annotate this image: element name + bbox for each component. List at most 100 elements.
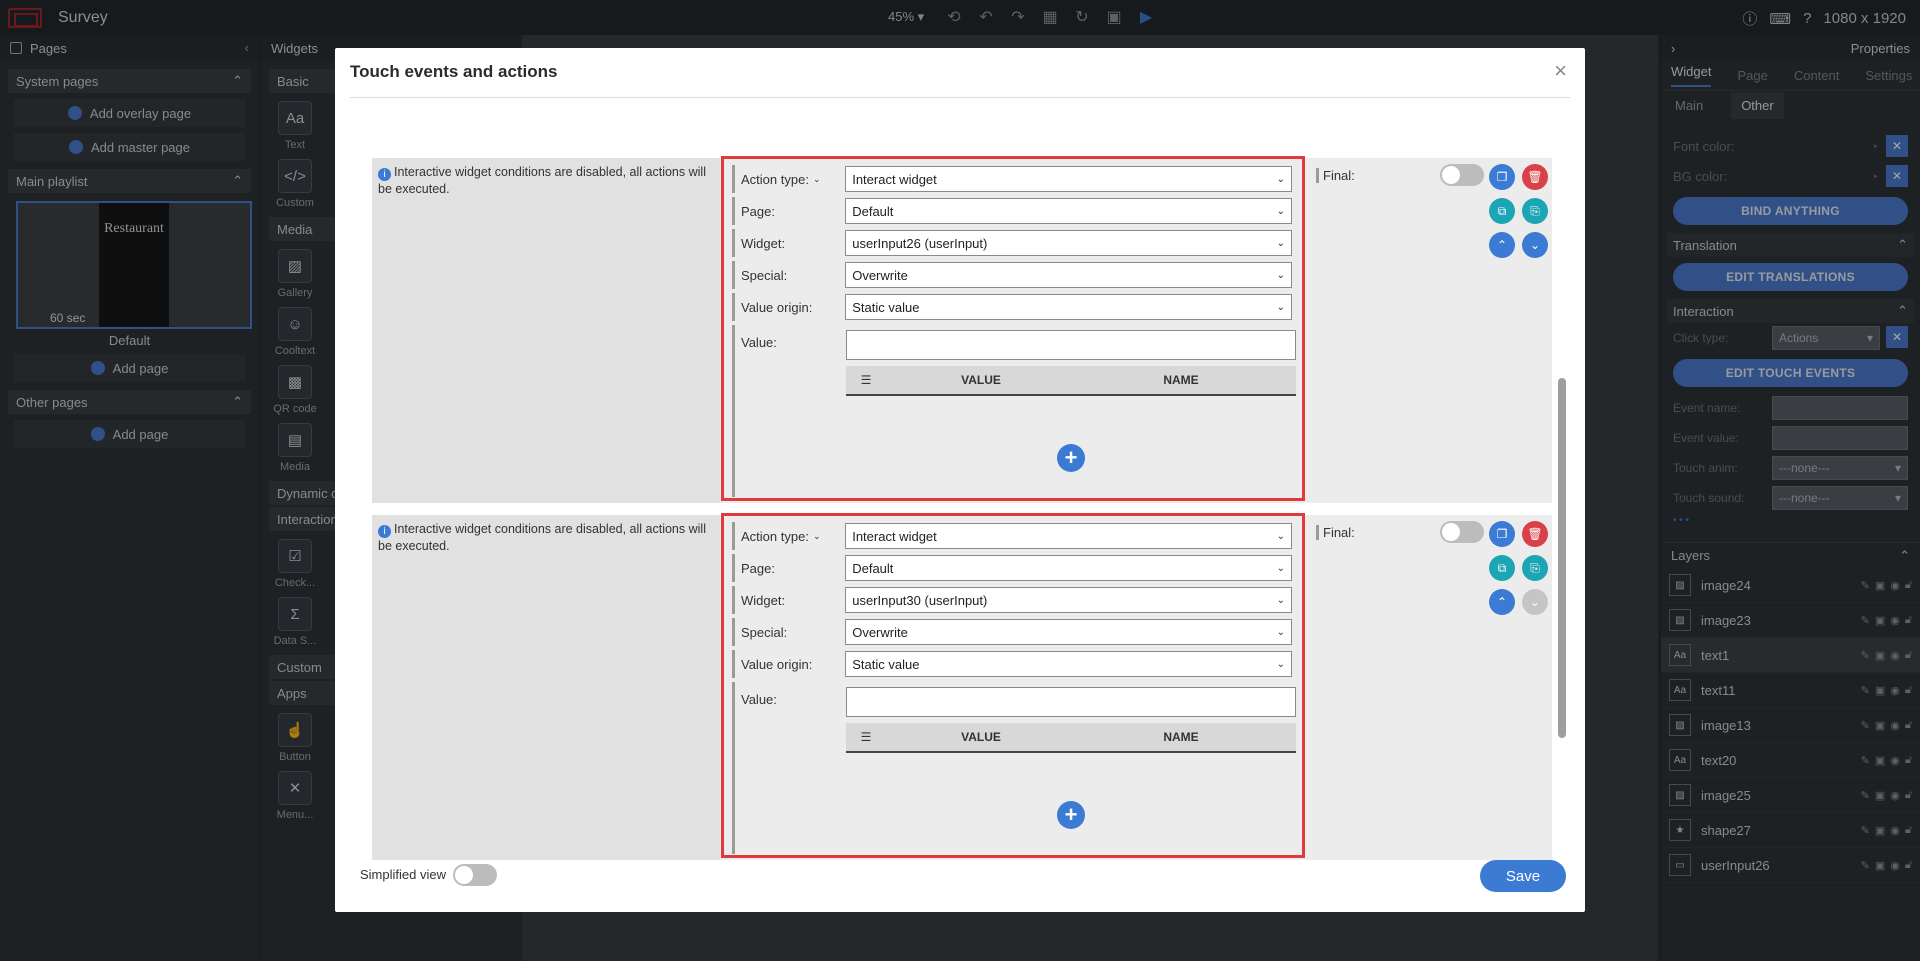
field-special: Special: Overwrite ⌄: [732, 261, 1292, 289]
info-note-text: Interactive widget conditions are disabl…: [378, 522, 706, 553]
move-down-icon[interactable]: ⌄: [1522, 232, 1548, 258]
save-button[interactable]: Save: [1480, 860, 1566, 892]
caret-down-icon: ⌄: [1276, 530, 1285, 542]
caret-down-icon: ⌄: [1276, 301, 1285, 313]
value-input[interactable]: [846, 330, 1296, 360]
chevron-down-icon[interactable]: ⌄: [813, 531, 821, 542]
select-value: Default: [852, 560, 894, 576]
action-condition-area: [372, 515, 720, 860]
field-label: Action type: ⌄: [732, 522, 845, 550]
modal-scrollbar[interactable]: [1558, 378, 1566, 738]
field-label-text: Action type:: [741, 171, 809, 187]
action-form: Action type: ⌄ Interact widget ⌄ Page: Defau…: [721, 156, 1305, 501]
field-page: Page: Default ⌄: [732, 197, 1292, 225]
special-select[interactable]: Overwrite ⌄: [845, 262, 1292, 288]
field-label-text: Widget:: [741, 592, 786, 608]
page-select[interactable]: Default ⌄: [845, 198, 1292, 224]
field-label-text: Page:: [741, 560, 775, 576]
simplified-view-toggle[interactable]: [453, 864, 497, 886]
actions-list: i Interactive widget conditions are disab…: [350, 110, 1576, 866]
final-label: Final:: [1316, 168, 1355, 183]
move-up-icon[interactable]: ⌃: [1489, 232, 1515, 258]
action-card: i Interactive widget conditions are disab…: [372, 156, 1552, 503]
move-down-icon[interactable]: ⌄: [1522, 589, 1548, 615]
value-table-header: ☰ VALUE NAME: [846, 723, 1296, 753]
caret-down-icon: ⌄: [1276, 237, 1285, 249]
field-label-text: Special:: [741, 624, 788, 640]
special-select[interactable]: Overwrite ⌄: [845, 619, 1292, 645]
caret-down-icon: ⌄: [1276, 173, 1285, 185]
value-label: Value:: [741, 335, 777, 350]
select-value: Default: [852, 203, 894, 219]
duplicate-icon[interactable]: ⧉: [1489, 555, 1515, 581]
field-label-text: Action type:: [741, 528, 809, 544]
paste-icon[interactable]: ⎘: [1522, 198, 1548, 224]
field-label: Value origin:: [732, 650, 845, 678]
action-type-select[interactable]: Interact widget ⌄: [845, 166, 1292, 192]
caret-down-icon: ⌄: [1276, 269, 1285, 281]
chevron-down-icon[interactable]: ⌄: [813, 174, 821, 185]
field-label-text: Widget:: [741, 235, 786, 251]
value-label: Value:: [741, 692, 777, 707]
page-select[interactable]: Default ⌄: [845, 555, 1292, 581]
final-toggle[interactable]: [1440, 521, 1484, 543]
action-type-select[interactable]: Interact widget ⌄: [845, 523, 1292, 549]
field-value-origin: Value origin: Static value ⌄: [732, 293, 1292, 321]
action-card: i Interactive widget conditions are disab…: [372, 513, 1552, 860]
modal-divider: [350, 97, 1570, 98]
copy-icon[interactable]: ❐: [1489, 164, 1515, 190]
field-label-text: Special:: [741, 267, 788, 283]
field-label-text: Page:: [741, 203, 775, 219]
add-value-button[interactable]: +: [1057, 801, 1085, 829]
caret-down-icon: ⌄: [1276, 205, 1285, 217]
caret-down-icon: ⌄: [1276, 658, 1285, 670]
select-value: Overwrite: [852, 267, 908, 283]
value-table-header: ☰ VALUE NAME: [846, 366, 1296, 396]
final-toggle[interactable]: [1440, 164, 1484, 186]
info-icon: i: [378, 525, 391, 538]
col-value: VALUE: [961, 373, 1001, 387]
select-value: Static value: [852, 656, 920, 672]
list-icon[interactable]: ☰: [846, 373, 886, 387]
add-value-button[interactable]: +: [1057, 444, 1085, 472]
field-label: Special:: [732, 261, 845, 289]
info-icon: i: [378, 168, 391, 181]
widget-select[interactable]: userInput30 (userInput) ⌄: [845, 587, 1292, 613]
info-note: i Interactive widget conditions are disab…: [378, 164, 718, 197]
field-label-text: Value origin:: [741, 299, 813, 315]
field-label: Widget:: [732, 586, 845, 614]
simplified-view-label: Simplified view: [360, 867, 446, 882]
select-value: Static value: [852, 299, 920, 315]
value-bar: [732, 325, 735, 497]
field-label: Widget:: [732, 229, 845, 257]
field-label: Special:: [732, 618, 845, 646]
col-value: VALUE: [961, 730, 1001, 744]
paste-icon[interactable]: ⎘: [1522, 555, 1548, 581]
action-condition-area: [372, 158, 720, 503]
col-name: NAME: [1163, 730, 1199, 744]
modal-title: Touch events and actions: [350, 62, 558, 81]
close-icon[interactable]: ×: [1554, 58, 1567, 84]
touch-events-modal: Touch events and actions × i Interactive …: [335, 48, 1585, 912]
duplicate-icon[interactable]: ⧉: [1489, 198, 1515, 224]
value-origin-select[interactable]: Static value ⌄: [845, 651, 1292, 677]
move-up-icon[interactable]: ⌃: [1489, 589, 1515, 615]
value-origin-select[interactable]: Static value ⌄: [845, 294, 1292, 320]
widget-select[interactable]: userInput26 (userInput) ⌄: [845, 230, 1292, 256]
field-special: Special: Overwrite ⌄: [732, 618, 1292, 646]
field-widget: Widget: userInput30 (userInput) ⌄: [732, 586, 1292, 614]
field-value-origin: Value origin: Static value ⌄: [732, 650, 1292, 678]
trash-icon[interactable]: 🗑︎: [1522, 521, 1548, 547]
field-label: Action type: ⌄: [732, 165, 845, 193]
info-note: i Interactive widget conditions are disab…: [378, 521, 718, 554]
select-value: userInput26 (userInput): [852, 235, 988, 251]
caret-down-icon: ⌄: [1276, 594, 1285, 606]
trash-icon[interactable]: 🗑︎: [1522, 164, 1548, 190]
copy-icon[interactable]: ❐: [1489, 521, 1515, 547]
value-input[interactable]: [846, 687, 1296, 717]
select-value: userInput30 (userInput): [852, 592, 988, 608]
list-icon[interactable]: ☰: [846, 730, 886, 744]
select-value: Interact widget: [852, 171, 937, 187]
select-value: Overwrite: [852, 624, 908, 640]
col-name: NAME: [1163, 373, 1199, 387]
